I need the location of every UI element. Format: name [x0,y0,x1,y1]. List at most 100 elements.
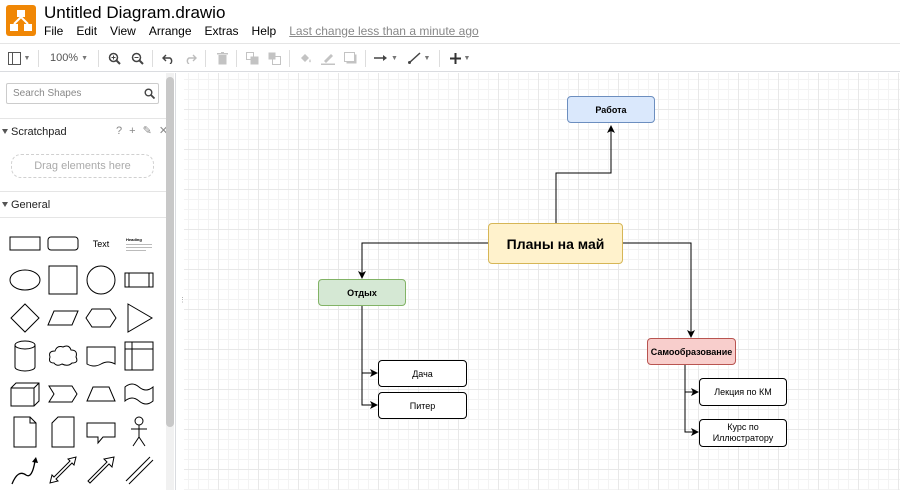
zoom-out-button[interactable] [129,49,145,67]
actor-shape[interactable] [122,415,156,449]
shadow-icon [343,52,356,64]
redo-button[interactable] [182,49,198,67]
triangle-shape[interactable] [122,301,156,335]
text-shape[interactable]: Text [84,227,118,261]
paint-bucket-icon [301,53,311,62]
ellipse-shape[interactable] [8,263,42,297]
toolbar-separator [205,50,206,67]
trapezoid-shape[interactable] [84,377,118,411]
bidirectional-arrow-shape[interactable] [46,453,80,487]
zoom-in-button[interactable] [106,49,122,67]
collapse-triangle-icon [2,202,8,207]
menu-help[interactable]: Help [252,24,277,38]
heading-line [126,244,152,245]
zoom-out-icon [131,52,144,65]
search-icon[interactable] [144,88,155,99]
scratchpad-actions[interactable]: ? + ✎ ✕ [116,124,170,137]
node-course[interactable]: Курс по Иллюстратору [699,419,787,447]
shadow-button[interactable] [342,49,358,67]
toolbar-separator [236,50,237,67]
menu-extras[interactable]: Extras [205,24,239,38]
toolbar-separator [289,50,290,67]
diagram-canvas[interactable] [184,73,900,490]
menu-arrange[interactable]: Arrange [149,24,192,38]
format-panel-toggle[interactable]: ▼ [7,49,31,67]
hexagon-shape[interactable] [84,301,118,335]
zoom-in-icon [108,52,121,65]
cylinder-shape[interactable] [8,339,42,373]
tape-shape[interactable] [122,377,156,411]
to-back-button[interactable] [266,49,282,67]
card-shape[interactable] [46,415,80,449]
note-shape[interactable] [8,415,42,449]
diagonal-line-icon [407,52,421,64]
menubar: File Edit View Arrange Extras Help Last … [44,24,492,38]
toolbar-separator [365,50,366,67]
header: Untitled Diagram.drawio File Edit View A… [0,0,900,43]
node-root[interactable]: Планы на май [488,223,623,264]
square-shape[interactable] [46,263,80,297]
step-shape[interactable] [46,377,80,411]
trash-icon [216,51,228,64]
circle-shape[interactable] [84,263,118,297]
insert-dropdown[interactable]: ▼ [447,49,473,67]
heading-shape[interactable]: Heading [122,227,156,261]
to-front-button[interactable] [244,49,260,67]
heading-shape-label: Heading [126,237,142,242]
shapes-sidebar: Search Shapes Scratchpad ? + ✎ ✕ Drag el… [0,73,176,490]
internal-storage-shape[interactable] [122,339,156,373]
line-color-button[interactable] [320,49,336,67]
cloud-shape[interactable] [46,339,80,373]
node-rest[interactable]: Отдых [318,279,406,306]
general-title: General [11,199,51,211]
connection-style-dropdown[interactable]: ▼ [373,49,399,67]
process-shape[interactable] [122,263,156,297]
redo-icon [186,54,197,64]
delete-button[interactable] [214,49,230,67]
node-self-education[interactable]: Самообразование [647,338,736,365]
document-title[interactable]: Untitled Diagram.drawio [44,3,225,23]
general-header[interactable]: General [0,193,166,218]
parallelogram-shape[interactable] [46,301,80,335]
panels-icon [7,51,21,65]
cube-shape[interactable] [8,377,42,411]
menu-view[interactable]: View [110,24,136,38]
node-piter[interactable]: Питер [378,392,467,419]
divider [0,191,166,192]
undo-button[interactable] [160,49,176,67]
node-work[interactable]: Работа [567,96,655,123]
search-shapes-input[interactable]: Search Shapes [6,83,159,104]
menu-edit[interactable]: Edit [76,24,97,38]
scratchpad-title: Scratchpad [11,126,67,138]
menu-file[interactable]: File [44,24,63,38]
collapse-triangle-icon [2,129,8,134]
node-lecture[interactable]: Лекция по КМ [699,378,787,406]
diamond-shape[interactable] [8,301,42,335]
sidebar-scroll-thumb[interactable] [166,77,174,427]
toolbar: ▼ 100% ▼ ▼ ▼ ▼ [0,43,900,72]
link-shape[interactable] [122,453,156,487]
fill-color-button[interactable] [298,49,314,67]
callout-shape[interactable] [84,415,118,449]
curved-arrow-shape[interactable] [8,453,42,487]
drawio-logo[interactable] [6,5,36,36]
zoom-level: 100% [49,52,79,64]
document-shape[interactable] [84,339,118,373]
arrow-shape[interactable] [84,453,118,487]
to-front-icon [245,51,258,64]
toolbar-separator [439,50,440,67]
heading-line [126,247,152,248]
node-dacha[interactable]: Дача [378,360,467,387]
rounded-rectangle-shape[interactable] [46,227,80,261]
zoom-dropdown[interactable]: 100% ▼ [48,49,90,67]
toolbar-separator [98,50,99,67]
divider [0,118,166,119]
drawio-app: Untitled Diagram.drawio File Edit View A… [0,0,900,490]
scratchpad-dropzone[interactable]: Drag elements here [11,154,154,178]
last-change-link[interactable]: Last change less than a minute ago [289,24,478,38]
rectangle-shape[interactable] [8,227,42,261]
to-back-icon [268,52,281,65]
pencil-icon [321,53,335,65]
sidebar-splitter[interactable] [176,73,184,490]
waypoints-dropdown[interactable]: ▼ [406,49,432,67]
